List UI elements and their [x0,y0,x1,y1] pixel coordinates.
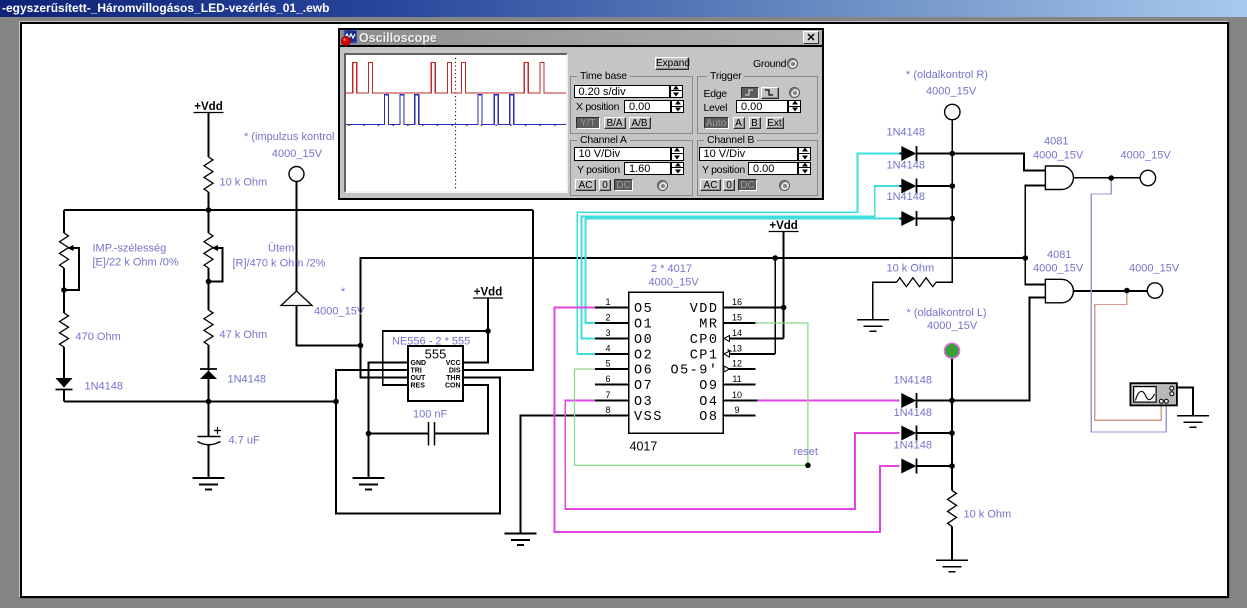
svg-text:[E]/22 k Ohm /0%: [E]/22 k Ohm /0% [93,257,179,269]
svg-text:7: 7 [605,390,610,400]
svg-text:4000_15V: 4000_15V [314,306,365,318]
svg-text:CP1: CP1 [690,349,719,364]
svg-text:8: 8 [605,405,610,415]
svg-text:reset: reset [794,446,818,458]
svg-text:O9: O9 [699,379,718,394]
svg-text:1N4148: 1N4148 [894,407,933,419]
svg-text:CON: CON [445,383,461,390]
svg-text:4081: 4081 [1047,249,1071,261]
svg-text:VDD: VDD [690,302,719,317]
svg-text:12: 12 [732,359,742,369]
svg-text:4000_15V: 4000_15V [927,320,978,332]
svg-text:DIS: DIS [449,368,461,375]
svg-text:+Vdd: +Vdd [474,287,502,299]
svg-text:4000_15V: 4000_15V [272,148,323,160]
svg-text:1: 1 [605,297,610,307]
svg-text:47 k Ohm: 47 k Ohm [220,329,268,341]
svg-text:O2: O2 [634,349,653,364]
svg-text:[R]/470 k Ohm /2%: [R]/470 k Ohm /2% [233,258,326,270]
svg-text:10 k Ohm: 10 k Ohm [964,509,1012,521]
svg-text:OUT: OUT [411,375,427,382]
svg-text:1N4148: 1N4148 [894,375,933,387]
svg-text:O3: O3 [634,395,653,410]
svg-text:O6: O6 [634,364,653,379]
svg-text:1N4148: 1N4148 [894,440,933,452]
svg-text:4.7 uF: 4.7 uF [229,435,260,447]
svg-text:IMP.-szélesség: IMP.-szélesség [93,243,167,255]
svg-text:9: 9 [734,405,739,415]
svg-text:16: 16 [732,297,742,307]
svg-text:11: 11 [732,374,741,384]
svg-text:4000_15V: 4000_15V [1129,263,1180,275]
svg-text:10 k Ohm: 10 k Ohm [220,177,268,189]
svg-text:1N4148: 1N4148 [228,374,267,386]
svg-text:6: 6 [605,374,610,384]
svg-text:1N4148: 1N4148 [887,160,926,172]
svg-text:470 Ohm: 470 Ohm [76,331,121,343]
svg-text:1N4148: 1N4148 [887,127,926,139]
svg-text:*: * [341,286,346,298]
svg-text:O5: O5 [634,302,653,317]
svg-text:5: 5 [605,359,610,369]
svg-text:RES: RES [411,383,426,390]
svg-text:O0: O0 [634,333,653,348]
svg-text:THR: THR [446,375,460,382]
svg-text:13: 13 [732,344,742,354]
svg-text:2 * 4017: 2 * 4017 [651,263,692,275]
svg-text:10: 10 [732,390,742,400]
svg-text:4000_15V: 4000_15V [926,86,977,98]
svg-text:4000_15V: 4000_15V [1033,150,1084,162]
svg-text:* (oldalkontrol L): * (oldalkontrol L) [907,307,987,319]
svg-text:VSS: VSS [634,410,663,425]
svg-text:O1: O1 [634,318,653,333]
svg-text:4000_15V: 4000_15V [649,277,700,289]
svg-text:14: 14 [732,328,742,338]
svg-text:1N4148: 1N4148 [887,191,926,203]
svg-text:O4: O4 [699,395,718,410]
svg-text:TRI: TRI [411,368,422,375]
svg-text:555: 555 [425,347,447,362]
svg-text:MR: MR [699,318,718,333]
svg-text:O7: O7 [634,379,653,394]
svg-text:100 nF: 100 nF [413,409,448,421]
svg-text:10 k Ohm: 10 k Ohm [887,263,935,275]
svg-text:4017: 4017 [630,440,658,454]
svg-text:O5-9': O5-9' [670,364,718,379]
svg-text:3: 3 [605,328,610,338]
svg-text:+Vdd: +Vdd [769,220,797,232]
svg-text:4000_15V: 4000_15V [1033,263,1084,275]
svg-text:GND: GND [411,360,427,367]
svg-text:* (impulzus kontrol: * (impulzus kontrol [244,131,334,143]
svg-text:+Vdd: +Vdd [194,101,222,113]
svg-text:15: 15 [732,313,742,323]
svg-text:4000_15V: 4000_15V [1121,150,1172,162]
svg-text:O8: O8 [699,410,718,425]
svg-text:2: 2 [605,313,610,323]
svg-text:* (oldalkontrol R): * (oldalkontrol R) [906,69,988,81]
svg-text:1N4148: 1N4148 [85,381,124,393]
svg-text:4081: 4081 [1044,136,1068,148]
svg-text:VCC: VCC [446,360,461,367]
svg-text:4: 4 [605,344,610,354]
svg-text:Ütem.: Ütem. [268,243,297,255]
svg-text:CP0: CP0 [690,333,719,348]
